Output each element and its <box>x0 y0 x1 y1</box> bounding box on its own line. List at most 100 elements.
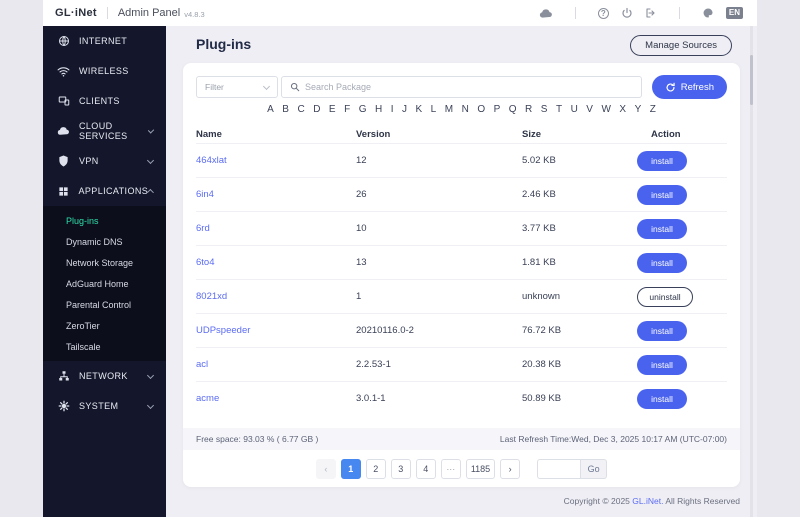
letter-filter[interactable]: O <box>477 104 485 115</box>
install-button[interactable]: install <box>637 184 687 205</box>
install-button[interactable]: install <box>637 150 687 171</box>
letter-filter[interactable]: Q <box>509 104 517 115</box>
page-button-1[interactable]: 1 <box>340 459 361 479</box>
letter-filter[interactable]: Z <box>650 104 656 115</box>
next-page-button[interactable]: › <box>500 459 521 479</box>
submenu-item-zerotier[interactable]: ZeroTier <box>43 315 166 336</box>
topbar-actions: ? EN <box>539 7 743 19</box>
letter-filter[interactable]: R <box>525 104 532 115</box>
submenu-item-plug-ins[interactable]: Plug-ins <box>43 210 166 231</box>
divider <box>678 7 680 19</box>
letter-filter[interactable]: W <box>601 104 610 115</box>
scrollbar-thumb[interactable] <box>750 55 753 105</box>
logout-icon[interactable] <box>645 7 657 19</box>
status-bar: Free space: 93.03 % ( 6.77 GB ) Last Ref… <box>183 428 740 450</box>
letter-filter[interactable]: A <box>267 104 274 115</box>
letter-filter[interactable]: V <box>586 104 593 115</box>
page-number-input[interactable] <box>537 459 582 479</box>
letter-filter[interactable]: T <box>556 104 562 115</box>
table-row: 6to4 13 1.81 KB install <box>196 245 727 279</box>
submenu-item-network-storage[interactable]: Network Storage <box>43 252 166 273</box>
language-badge[interactable]: EN <box>725 7 743 19</box>
install-button[interactable]: install <box>637 252 687 273</box>
power-icon[interactable] <box>621 7 633 19</box>
letter-filter[interactable]: N <box>462 104 469 115</box>
uninstall-button[interactable]: uninstall <box>637 286 693 307</box>
grid-icon <box>57 186 70 197</box>
pkg-name-link[interactable]: 8021xd <box>196 291 356 302</box>
page-ellipsis[interactable]: ··· <box>440 459 461 479</box>
app-title: Admin Panel <box>117 7 181 19</box>
filter-select[interactable]: Filter <box>196 76 278 98</box>
sidebar-item-clients[interactable]: CLIENTS <box>43 86 166 116</box>
letter-filter[interactable]: J <box>402 104 407 115</box>
letter-filter[interactable]: B <box>282 104 289 115</box>
submenu-item-parental-control[interactable]: Parental Control <box>43 294 166 315</box>
table-row: acme 3.0.1-1 50.89 KB install <box>196 381 727 415</box>
sidebar-item-internet[interactable]: INTERNET <box>43 26 166 56</box>
content-area: Plug-ins Manage Sources Filter Refresh <box>166 26 757 517</box>
install-button[interactable]: install <box>637 218 687 239</box>
pkg-name-link[interactable]: UDPspeeder <box>196 325 356 336</box>
help-icon[interactable]: ? <box>597 7 609 19</box>
table-row: 8021xd 1 unknown uninstall <box>196 279 727 313</box>
pkg-version: 1 <box>356 291 362 302</box>
gear-icon <box>57 400 70 412</box>
pkg-name-link[interactable]: 464xlat <box>196 155 356 166</box>
page-button-3[interactable]: 3 <box>390 459 411 479</box>
sidebar-item-vpn[interactable]: VPN <box>43 146 166 176</box>
search-box <box>281 76 642 98</box>
sidebar-item-cloud-services[interactable]: CLOUD SERVICES <box>43 116 166 146</box>
pkg-name-link[interactable]: acl <box>196 359 356 370</box>
sidebar-item-system[interactable]: SYSTEM <box>43 391 166 421</box>
go-button[interactable]: Go <box>581 459 608 479</box>
letter-filter[interactable]: F <box>344 104 350 115</box>
submenu-item-adguard-home[interactable]: AdGuard Home <box>43 273 166 294</box>
page-button-1185[interactable]: 1185 <box>465 459 496 479</box>
letter-filter[interactable]: X <box>619 104 626 115</box>
letter-filter[interactable]: U <box>571 104 578 115</box>
install-button[interactable]: install <box>637 320 687 341</box>
copyright-brand-link[interactable]: GL.iNet. <box>632 496 663 506</box>
theme-palette-icon[interactable] <box>702 7 714 19</box>
pkg-name-link[interactable]: 6to4 <box>196 257 356 268</box>
letter-filter[interactable]: H <box>375 104 382 115</box>
letter-filter[interactable]: L <box>431 104 437 115</box>
page-button-2[interactable]: 2 <box>365 459 386 479</box>
manage-sources-button[interactable]: Manage Sources <box>630 35 732 56</box>
letter-filter[interactable]: D <box>313 104 320 115</box>
letter-filter[interactable]: K <box>416 104 423 115</box>
table-row: 6rd 10 3.77 KB install <box>196 211 727 245</box>
pkg-name-link[interactable]: 6in4 <box>196 189 356 200</box>
letter-filter[interactable]: Y <box>635 104 642 115</box>
cloud-icon[interactable] <box>539 8 553 19</box>
letter-filter[interactable]: C <box>297 104 304 115</box>
pkg-name-link[interactable]: 6rd <box>196 223 356 234</box>
submenu-item-dynamic-dns[interactable]: Dynamic DNS <box>43 231 166 252</box>
letter-filter[interactable]: I <box>391 104 394 115</box>
pkg-size: 76.72 KB <box>522 325 562 336</box>
go-to-page-group: Go <box>537 459 608 479</box>
letter-filter[interactable]: P <box>494 104 501 115</box>
pagination: ‹ 1 2 3 4 ··· 1185 › Go <box>183 459 740 479</box>
install-button[interactable]: install <box>637 354 687 375</box>
sidebar-item-wireless[interactable]: WIRELESS <box>43 56 166 86</box>
brand-logo: GL·iNet <box>55 7 97 19</box>
last-refresh-text: Last Refresh Time:Wed, Dec 3, 2025 10:17… <box>499 434 727 444</box>
letter-filter[interactable]: E <box>329 104 336 115</box>
prev-page-button[interactable]: ‹ <box>315 459 336 479</box>
letter-filter[interactable]: G <box>359 104 367 115</box>
pkg-name-link[interactable]: acme <box>196 393 356 404</box>
copyright: Copyright © 2025 GL.iNet. All Rights Res… <box>563 496 740 506</box>
search-input[interactable] <box>305 82 633 92</box>
sidebar-item-applications[interactable]: APPLICATIONS <box>43 176 166 206</box>
letter-filter[interactable]: M <box>445 104 453 115</box>
install-button[interactable]: install <box>637 388 687 409</box>
sidebar-item-network[interactable]: NETWORK <box>43 361 166 391</box>
refresh-button[interactable]: Refresh <box>651 75 727 99</box>
letter-filter[interactable]: S <box>541 104 548 115</box>
page-button-4[interactable]: 4 <box>415 459 436 479</box>
submenu-item-tailscale[interactable]: Tailscale <box>43 336 166 357</box>
table-row: 464xlat 12 5.02 KB install <box>196 143 727 177</box>
scrollbar[interactable] <box>750 26 753 517</box>
